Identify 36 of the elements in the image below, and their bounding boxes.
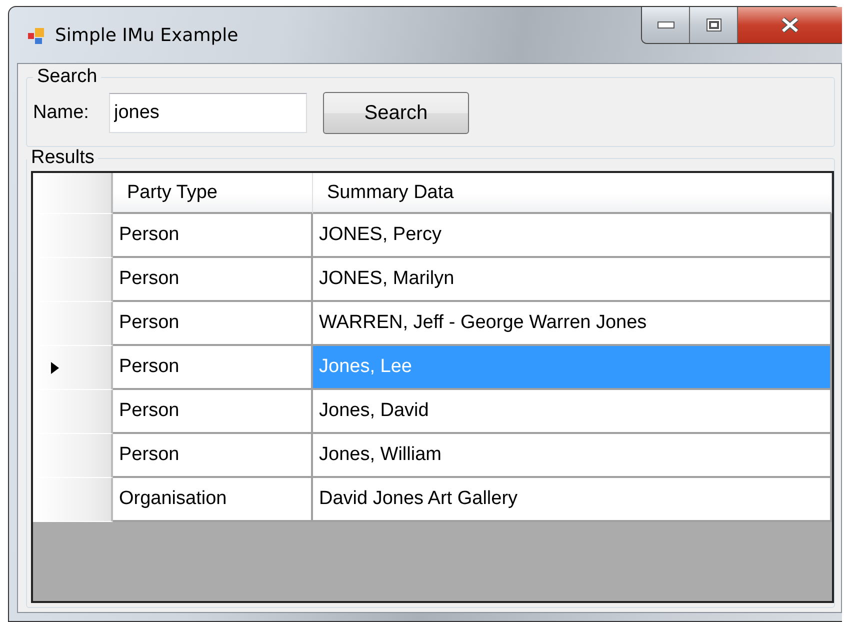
table-cell: Jones, Lee	[313, 346, 832, 390]
table-cell: Jones, William	[313, 434, 832, 478]
row-header[interactable]	[33, 390, 113, 434]
table-cell: JONES, Marilyn	[313, 258, 832, 302]
group-label: Search	[36, 66, 98, 88]
current-row-icon	[51, 362, 59, 374]
name-label: Name:	[33, 102, 89, 124]
search-button[interactable]: Search	[322, 92, 469, 134]
app-icon	[27, 27, 45, 45]
table-cell: Person	[113, 346, 313, 390]
table-cell: Person	[113, 214, 313, 258]
row-header[interactable]	[33, 478, 113, 522]
maximize-icon	[706, 18, 722, 32]
table-cell: David Jones Art Gallery	[313, 478, 832, 522]
close-button[interactable]	[738, 7, 842, 43]
row-header[interactable]	[33, 434, 113, 478]
row-header[interactable]	[33, 214, 113, 258]
row-header[interactable]	[33, 258, 113, 302]
group-label: Results	[30, 147, 96, 169]
table-cell: Person	[113, 390, 313, 434]
window-title: Simple IMu Example	[55, 25, 238, 46]
maximize-button[interactable]	[690, 7, 738, 43]
table-cell: WARREN, Jeff - George Warren Jones	[313, 302, 832, 346]
table-cell: Person	[113, 302, 313, 346]
column-header[interactable]: Party Type	[113, 173, 313, 214]
row-header[interactable]	[33, 346, 113, 390]
table-cell: JONES, Percy	[313, 214, 832, 258]
table-cell: Person	[113, 434, 313, 478]
close-icon	[780, 17, 800, 33]
minimize-button[interactable]	[642, 7, 690, 43]
table-cell: Jones, David	[313, 390, 832, 434]
table-cell: Organisation	[113, 478, 313, 522]
minimize-icon	[656, 21, 674, 29]
column-header[interactable]: Summary Data	[313, 173, 832, 214]
row-header[interactable]	[33, 302, 113, 346]
table-cell: Person	[113, 258, 313, 302]
